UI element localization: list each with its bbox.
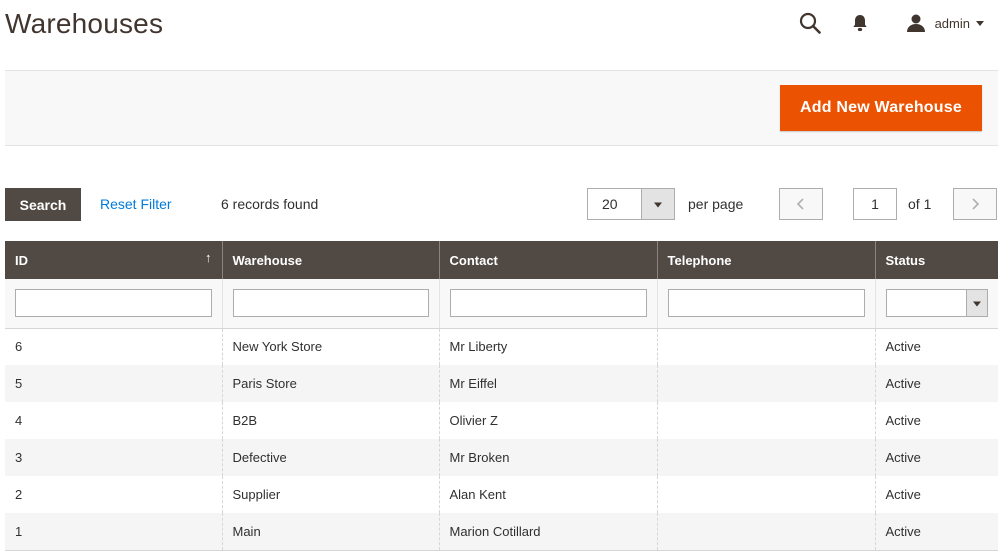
next-page-button[interactable] xyxy=(953,188,997,220)
cell-warehouse: Supplier xyxy=(222,476,440,513)
cell-telephone xyxy=(657,402,876,439)
table-row[interactable]: 3 Defective Mr Broken Active xyxy=(5,439,998,476)
cell-status: Active xyxy=(875,476,998,513)
cell-contact: Olivier Z xyxy=(439,402,658,439)
cell-status: Active xyxy=(875,513,998,551)
cell-id: 2 xyxy=(5,476,223,513)
total-pages: of 1 xyxy=(908,196,932,212)
filter-row xyxy=(5,279,998,329)
cell-id: 4 xyxy=(5,402,223,439)
search-icon[interactable] xyxy=(798,11,822,35)
filter-id-input[interactable] xyxy=(15,289,212,318)
cell-warehouse: Defective xyxy=(222,439,440,476)
cell-id: 3 xyxy=(5,439,223,476)
cell-status: Active xyxy=(875,328,998,365)
bell-icon[interactable] xyxy=(850,12,870,34)
per-page-label: per page xyxy=(688,196,744,212)
per-page-value: 20 xyxy=(602,196,618,212)
cell-id: 5 xyxy=(5,365,223,402)
cell-contact: Alan Kent xyxy=(439,476,658,513)
cell-telephone xyxy=(657,439,876,476)
table-row[interactable]: 6 New York Store Mr Liberty Active xyxy=(5,328,998,365)
filter-contact-input[interactable] xyxy=(449,289,647,318)
page-number-input[interactable] xyxy=(853,188,897,220)
records-count: 6 records found xyxy=(221,196,319,212)
header-actions: admin xyxy=(798,10,984,36)
cell-warehouse: Paris Store xyxy=(222,365,440,402)
cell-id: 6 xyxy=(5,328,223,365)
per-page-select[interactable]: 20 xyxy=(587,188,675,220)
cell-contact: Mr Broken xyxy=(439,439,658,476)
chevron-down-icon xyxy=(976,20,984,26)
user-menu[interactable]: admin xyxy=(906,13,984,33)
reset-filter-link[interactable]: Reset Filter xyxy=(100,196,172,212)
table-row[interactable]: 5 Paris Store Mr Eiffel Active xyxy=(5,365,998,402)
chevron-left-icon xyxy=(796,198,804,210)
table-row[interactable]: 1 Main Marion Cotillard Active xyxy=(5,513,998,551)
filter-telephone-input[interactable] xyxy=(667,289,865,318)
grid-header-row: ID ↑ Warehouse Contact Telephone Status xyxy=(5,241,998,279)
column-header-id[interactable]: ID ↑ xyxy=(5,241,223,279)
table-row[interactable]: 2 Supplier Alan Kent Active xyxy=(5,476,998,513)
column-header-telephone[interactable]: Telephone xyxy=(657,241,876,279)
cell-status: Active xyxy=(875,439,998,476)
cell-status: Active xyxy=(875,402,998,439)
cell-warehouse: Main xyxy=(222,513,440,551)
user-name: admin xyxy=(934,15,970,31)
cell-warehouse: B2B xyxy=(222,402,440,439)
filter-warehouse-input[interactable] xyxy=(232,289,429,318)
filter-status-select[interactable] xyxy=(885,289,988,318)
chevron-right-icon xyxy=(972,198,980,210)
chevron-down-icon[interactable] xyxy=(641,189,674,219)
warehouses-grid: ID ↑ Warehouse Contact Telephone Status … xyxy=(5,241,998,551)
previous-page-button[interactable] xyxy=(779,188,823,220)
cell-telephone xyxy=(657,365,876,402)
add-new-warehouse-button[interactable]: Add New Warehouse xyxy=(780,85,982,131)
grid-toolbar: Search Reset Filter 6 records found 20 p… xyxy=(5,188,998,222)
cell-warehouse: New York Store xyxy=(222,328,440,365)
cell-telephone xyxy=(657,513,876,551)
cell-id: 1 xyxy=(5,513,223,551)
page-actions-bar: Add New Warehouse xyxy=(5,70,998,146)
table-row[interactable]: 4 B2B Olivier Z Active xyxy=(5,402,998,439)
cell-status: Active xyxy=(875,365,998,402)
column-header-status[interactable]: Status xyxy=(875,241,998,279)
user-icon xyxy=(906,13,926,33)
sort-ascending-icon[interactable]: ↑ xyxy=(205,250,212,265)
cell-contact: Mr Liberty xyxy=(439,328,658,365)
cell-contact: Mr Eiffel xyxy=(439,365,658,402)
search-button[interactable]: Search xyxy=(5,188,81,221)
chevron-down-icon[interactable] xyxy=(966,290,987,317)
cell-contact: Marion Cotillard xyxy=(439,513,658,551)
cell-telephone xyxy=(657,476,876,513)
column-header-warehouse[interactable]: Warehouse xyxy=(222,241,440,279)
page-title: Warehouses xyxy=(5,8,164,39)
cell-telephone xyxy=(657,328,876,365)
column-header-contact[interactable]: Contact xyxy=(439,241,658,279)
